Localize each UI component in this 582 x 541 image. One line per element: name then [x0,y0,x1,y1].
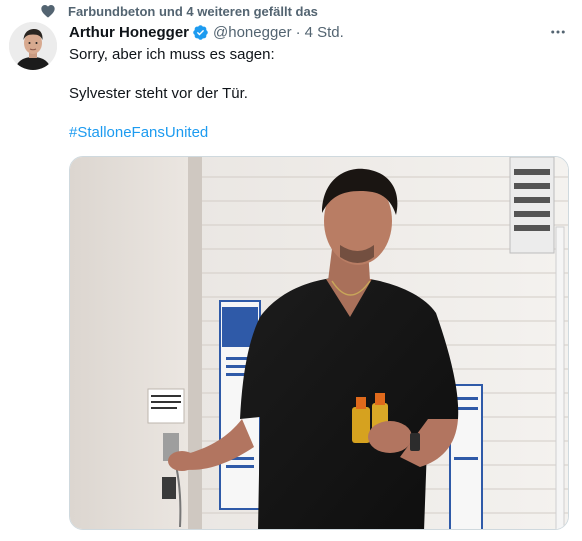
more-dots-icon [551,30,565,34]
tweet-text-line-1: Sorry, aber ich muss es sagen: [69,46,275,63]
author-name[interactable]: Arthur Honegger [69,24,189,41]
tweet-header: Arthur Honegger @honegger · 4 Std. [69,22,344,42]
author-handle[interactable]: @honegger [213,24,292,41]
tweet-photo[interactable] [69,156,569,530]
heart-icon [41,5,55,18]
hashtag-link[interactable]: #StalloneFansUnited [69,123,208,143]
separator: · [295,23,301,41]
verified-badge-icon [193,24,208,40]
social-context: Farbundbeton und 4 weiteren gefällt das [40,2,318,20]
social-context-text[interactable]: Farbundbeton und 4 weiteren gefällt das [68,4,318,19]
more-options-button[interactable] [548,22,568,42]
tweet-text-line-2: Sylvester steht vor der Tür. [69,85,248,102]
avatar[interactable] [9,22,57,70]
tweet-card[interactable]: Farbundbeton und 4 weiteren gefällt das … [0,0,582,541]
timestamp[interactable]: 4 Std. [305,24,344,41]
